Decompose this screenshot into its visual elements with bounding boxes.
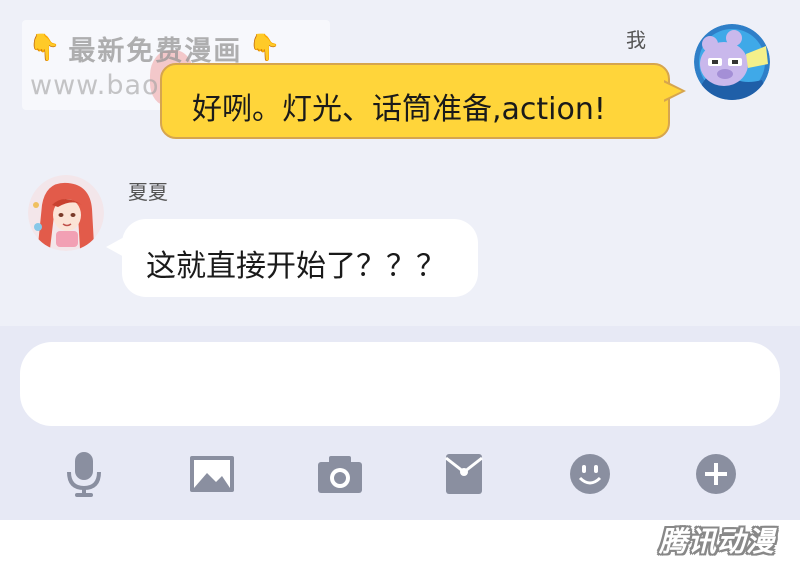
voice-button[interactable] (58, 450, 110, 498)
avatar-me[interactable] (694, 24, 770, 100)
more-button[interactable] (690, 450, 742, 498)
emoji-button[interactable] (564, 450, 616, 498)
sender-name-me: 我 (626, 28, 646, 52)
bubble-tail-me-inner (663, 82, 682, 100)
image-button[interactable] (186, 450, 238, 498)
camera-button[interactable] (314, 450, 366, 498)
girl-avatar-icon (28, 175, 104, 251)
avatar-xiaxia[interactable] (28, 175, 104, 251)
message-text-xiaxia: 这就直接开始了？？？ (146, 249, 446, 284)
image-icon (190, 456, 234, 492)
message-text-me: 好咧。灯光、话筒准备,action! (192, 92, 606, 127)
message-input[interactable] (20, 342, 780, 426)
plus-icon (696, 454, 736, 494)
watermark-line1: 👇 最新免费漫画 👇 (28, 28, 324, 68)
bear-avatar-icon (694, 24, 770, 100)
pointing-down-icon: 👇 (248, 33, 283, 63)
microphone-icon (67, 452, 101, 497)
red-packet-icon (445, 454, 483, 494)
watermark-title: 最新免费漫画 (68, 35, 243, 67)
pointing-down-icon: 👇 (28, 33, 63, 63)
camera-icon (318, 456, 362, 493)
sender-name-xiaxia: 夏夏 (128, 180, 168, 204)
red-packet-button[interactable] (438, 450, 490, 498)
brand-logo: 腾讯动漫 (658, 525, 775, 558)
emoji-icon (570, 454, 610, 494)
